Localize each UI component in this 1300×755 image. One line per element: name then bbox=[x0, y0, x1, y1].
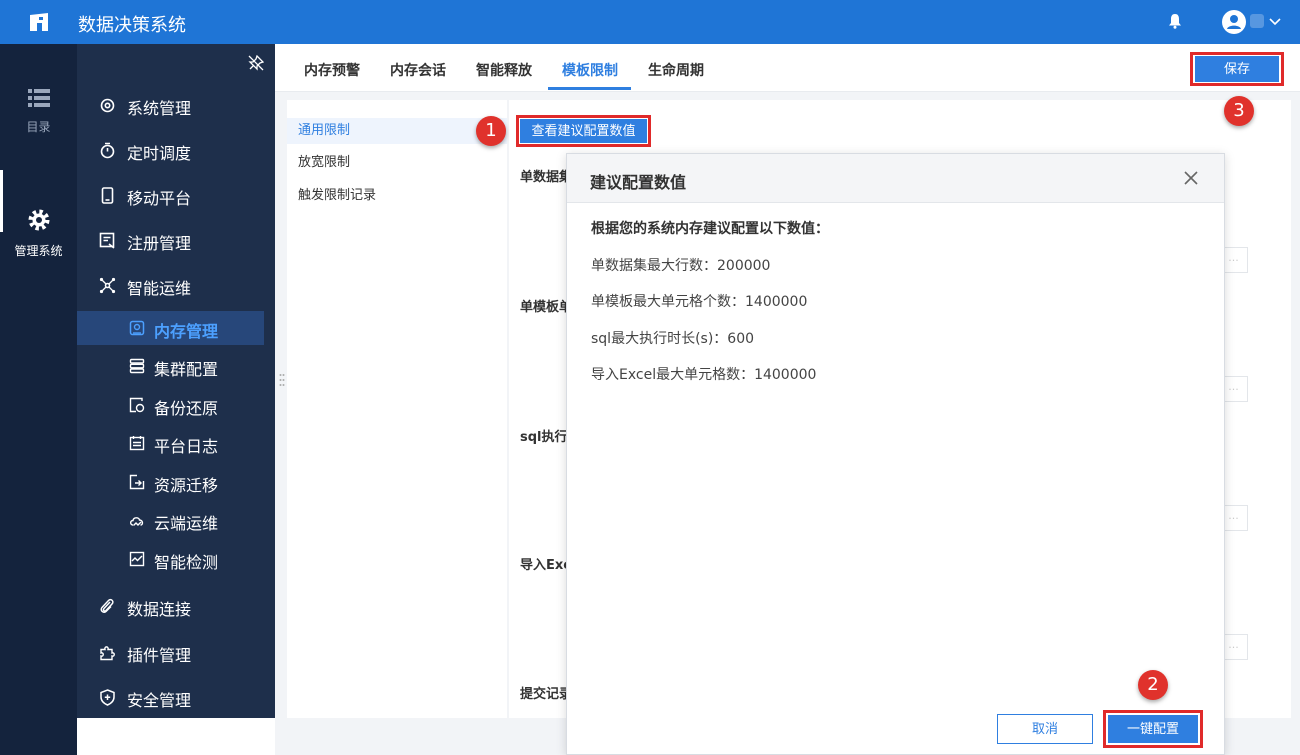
menu-item-relaxed-limit[interactable]: 放宽限制 bbox=[287, 150, 507, 176]
sidebar-item-label: 定时调度 bbox=[127, 144, 192, 163]
menu-item-general-limit[interactable]: 通用限制 bbox=[287, 118, 507, 144]
memory-icon bbox=[129, 320, 145, 336]
rail-admin-label: 管理系统 bbox=[14, 244, 63, 258]
sidebar-item-label: 系统管理 bbox=[127, 99, 192, 118]
field-label-sql: sql执行 bbox=[520, 430, 568, 445]
sidebar-subitem-label: 备份还原 bbox=[154, 399, 219, 418]
sidebar-item-label: 移动平台 bbox=[127, 189, 192, 208]
sidebar-subitem-migrate[interactable]: 资源迁移 bbox=[77, 465, 275, 499]
avatar[interactable] bbox=[1222, 10, 1246, 34]
apply-config-button[interactable]: 一键配置 bbox=[1108, 715, 1198, 743]
callout-step-3: 3 bbox=[1224, 96, 1254, 126]
register-icon bbox=[99, 232, 115, 249]
view-suggested-config-button[interactable]: 查看建议配置数值 bbox=[520, 119, 647, 143]
username-blurred bbox=[1250, 14, 1264, 28]
sidebar-subitem-monitor[interactable]: 智能检测 bbox=[77, 542, 275, 576]
app-title: 数据决策系统 bbox=[78, 15, 186, 36]
sidebar-item-label: 智能运维 bbox=[127, 279, 192, 298]
user-icon bbox=[1227, 15, 1241, 29]
gear-icon bbox=[100, 98, 115, 113]
sidebar-item-plugins[interactable]: 插件管理 bbox=[77, 634, 275, 670]
dialog-subtitle: 根据您的系统内存建议配置以下数值： bbox=[591, 221, 829, 237]
sidebar-item-label: 注册管理 bbox=[127, 234, 192, 253]
bell-icon[interactable] bbox=[1168, 13, 1182, 29]
save-button[interactable]: 保存 bbox=[1195, 56, 1279, 82]
sidebar-item-mobile[interactable]: 移动平台 bbox=[77, 177, 275, 213]
rail-catalog[interactable]: 目录 bbox=[0, 88, 77, 135]
active-tab-indicator bbox=[548, 87, 631, 90]
paperclip-icon bbox=[100, 598, 114, 614]
top-bar bbox=[0, 0, 1300, 44]
callout-step-2: 2 bbox=[1138, 670, 1168, 700]
list-icon bbox=[27, 89, 50, 107]
app-logo-icon bbox=[30, 13, 48, 31]
left-rail bbox=[0, 44, 77, 755]
sidebar-subitem-cluster[interactable]: 集群配置 bbox=[77, 349, 275, 383]
puzzle-icon bbox=[100, 646, 115, 661]
gear-icon bbox=[28, 209, 49, 231]
sidebar-subitem-label: 云端运维 bbox=[154, 514, 219, 533]
sidebar-item-label: 数据连接 bbox=[127, 600, 192, 619]
suggested-config-dialog: 建议配置数值 根据您的系统内存建议配置以下数值： 单数据集最大行数：200000… bbox=[566, 153, 1225, 755]
drag-handle-icon[interactable] bbox=[279, 373, 285, 387]
sidebar-subitem-label: 集群配置 bbox=[154, 360, 219, 379]
sidebar-subitem-label: 平台日志 bbox=[154, 437, 219, 456]
timer-icon bbox=[100, 142, 115, 159]
field-label-dataset: 单数据集 bbox=[520, 170, 573, 185]
sidebar-subitem-memory[interactable]: 内存管理 bbox=[77, 311, 264, 345]
tab-smart-release[interactable]: 智能释放 bbox=[476, 60, 532, 80]
sidebar-item-ops[interactable]: 智能运维 bbox=[77, 267, 275, 303]
sidebar-item-label: 安全管理 bbox=[127, 691, 192, 710]
sidebar-item-schedule[interactable]: 定时调度 bbox=[77, 132, 275, 168]
pin-icon[interactable] bbox=[248, 55, 264, 71]
sidebar-item-system[interactable]: 系统管理 bbox=[77, 87, 275, 123]
callout-step-1: 1 bbox=[476, 116, 506, 146]
dialog-title: 建议配置数值 bbox=[590, 173, 687, 192]
shield-icon bbox=[100, 689, 115, 706]
log-icon bbox=[129, 436, 145, 451]
field-label-submit: 提交记录 bbox=[520, 687, 573, 702]
sidebar-item-label: 插件管理 bbox=[127, 646, 192, 665]
suggestion-dataset-rows: 单数据集最大行数：200000 bbox=[591, 258, 771, 274]
sidebar-item-security[interactable]: 安全管理 bbox=[77, 679, 275, 715]
backup-icon bbox=[129, 397, 145, 413]
suggestion-template-cells: 单模板最大单元格个数：1400000 bbox=[591, 294, 808, 310]
sidebar-subitem-log[interactable]: 平台日志 bbox=[77, 426, 275, 460]
sidebar-subitem-backup[interactable]: 备份还原 bbox=[77, 388, 275, 422]
sidebar-subitem-label: 智能检测 bbox=[154, 553, 219, 572]
suggestion-excel-cells: 导入Excel最大单元格数：1400000 bbox=[591, 367, 817, 383]
menu-item-trigger-record[interactable]: 触发限制记录 bbox=[287, 183, 507, 209]
tab-memory-alert[interactable]: 内存预警 bbox=[304, 60, 360, 80]
tab-template-limit[interactable]: 模板限制 bbox=[562, 60, 618, 80]
chevron-down-icon[interactable] bbox=[1268, 14, 1282, 28]
cloud-icon bbox=[129, 517, 144, 526]
cancel-button[interactable]: 取消 bbox=[997, 714, 1093, 744]
monitor-icon bbox=[129, 551, 145, 567]
tab-memory-session[interactable]: 内存会话 bbox=[390, 60, 446, 80]
sidebar-subitem-cloud[interactable]: 云端运维 bbox=[77, 503, 275, 537]
migrate-icon bbox=[129, 474, 145, 490]
field-label-template: 单模板单 bbox=[520, 300, 573, 315]
network-icon bbox=[99, 277, 116, 294]
sidebar-item-data-connection[interactable]: 数据连接 bbox=[77, 588, 275, 624]
sidebar-subitem-label: 资源迁移 bbox=[154, 476, 219, 495]
sidebar-subitem-label: 内存管理 bbox=[154, 322, 219, 341]
rail-admin[interactable]: 管理系统 bbox=[0, 208, 77, 259]
mobile-icon bbox=[101, 187, 114, 204]
sidebar-item-register[interactable]: 注册管理 bbox=[77, 222, 275, 258]
rail-catalog-label: 目录 bbox=[26, 120, 51, 134]
cluster-icon bbox=[129, 358, 145, 374]
suggestion-sql-timeout: sql最大执行时长(s)：600 bbox=[591, 331, 755, 347]
close-icon[interactable] bbox=[1183, 170, 1199, 186]
tab-lifecycle[interactable]: 生命周期 bbox=[648, 60, 704, 80]
